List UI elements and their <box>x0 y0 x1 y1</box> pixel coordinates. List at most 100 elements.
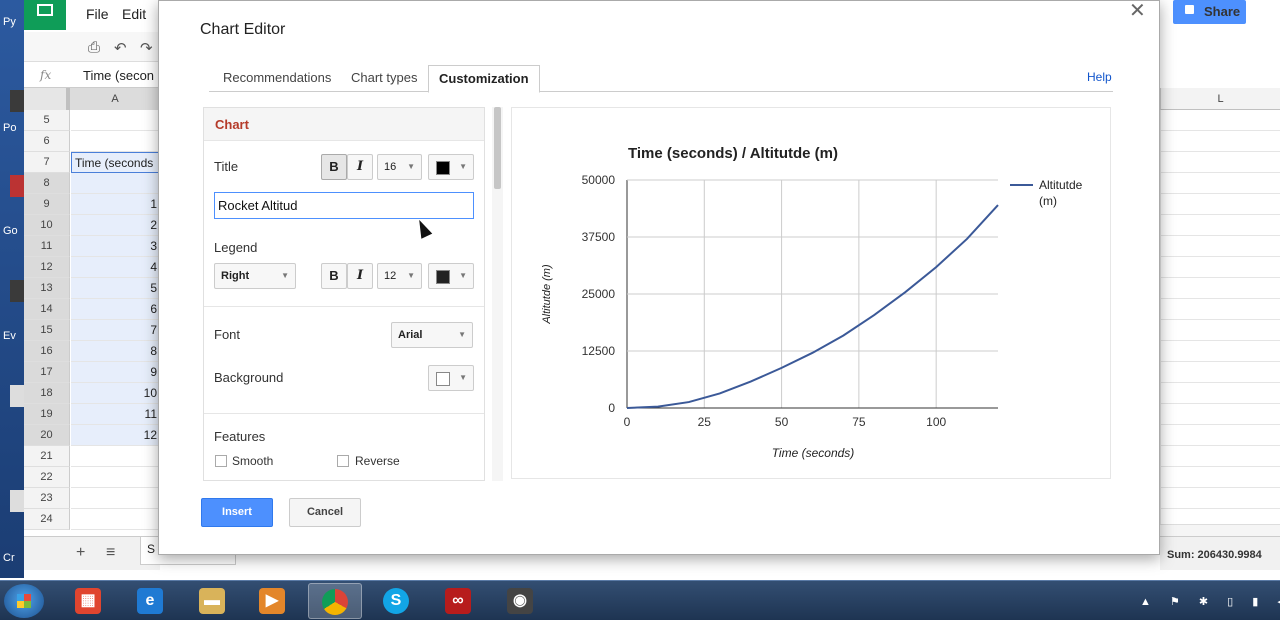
desktop-icon[interactable] <box>10 385 24 407</box>
tab-customization[interactable]: Customization <box>428 65 540 93</box>
taskbar-app[interactable]: ∞ <box>432 583 486 619</box>
redo-icon[interactable]: ↷ <box>140 39 153 57</box>
row-header[interactable]: 19 <box>24 404 70 425</box>
cell-a[interactable]: 8 <box>71 341 160 362</box>
section-header-chart[interactable]: Chart <box>204 108 484 141</box>
close-icon[interactable]: ✕ <box>1129 1 1146 21</box>
row-header[interactable]: 13 <box>24 278 70 299</box>
cell-a[interactable]: 3 <box>71 236 160 257</box>
cell-a[interactable]: Time (seconds <box>71 152 160 173</box>
title-italic-button[interactable]: I <box>347 154 373 180</box>
sum-value[interactable]: Sum: 206430.9984 <box>1167 549 1262 561</box>
y-axis-label: Altitutde (m) <box>541 264 553 325</box>
cancel-button[interactable]: Cancel <box>289 498 361 527</box>
row-header[interactable]: 12 <box>24 257 70 278</box>
row-header[interactable]: 16 <box>24 341 70 362</box>
taskbar-app[interactable]: S <box>370 583 424 619</box>
cell-a[interactable] <box>71 509 160 530</box>
formula-input[interactable]: Time (secon <box>83 68 154 83</box>
desktop-icon[interactable] <box>10 175 24 197</box>
font-family-select[interactable]: Arial ▼ <box>391 322 473 348</box>
row-header[interactable]: 17 <box>24 362 70 383</box>
title-bold-button[interactable]: B <box>321 154 347 180</box>
cell-a[interactable] <box>71 110 160 131</box>
start-button[interactable] <box>4 584 44 618</box>
row-header[interactable]: 9 <box>24 194 70 215</box>
taskbar-app[interactable]: ▦ <box>62 583 116 619</box>
row-header[interactable]: 8 <box>24 173 70 194</box>
tab-recommendations[interactable]: Recommendations <box>223 65 331 92</box>
taskbar-app[interactable] <box>308 583 362 619</box>
title-font-size-select[interactable]: 16 ▼ <box>377 154 422 180</box>
column-header-a[interactable]: A <box>70 88 160 110</box>
sheet-list-icon[interactable]: ≡ <box>106 544 115 562</box>
chevron-down-icon: ▼ <box>459 162 467 171</box>
cell-a[interactable]: 1 <box>71 194 160 215</box>
desktop-icon[interactable] <box>10 490 24 512</box>
reverse-checkbox[interactable] <box>337 455 349 467</box>
taskbar-app[interactable]: ▬ <box>186 583 240 619</box>
panel-scrollbar[interactable] <box>492 107 503 481</box>
cell-a[interactable] <box>71 446 160 467</box>
row-header[interactable]: 20 <box>24 425 70 446</box>
taskbar-app[interactable]: ▶ <box>246 583 300 619</box>
system-tray[interactable]: ▲ ⚑ ✱ ▯ ▮ ◂) <box>1140 595 1280 608</box>
row-headers: 5 6 7 8 9 10 11 12 13 14 15 16 17 18 19 20 21 22 23 24 <box>24 110 70 530</box>
cell-a[interactable] <box>71 467 160 488</box>
row-header[interactable]: 7 <box>24 152 70 173</box>
row-header[interactable]: 15 <box>24 320 70 341</box>
cell-a[interactable]: 11 <box>71 404 160 425</box>
add-sheet-icon[interactable]: + <box>76 544 85 562</box>
cell-a[interactable]: 6 <box>71 299 160 320</box>
smooth-checkbox[interactable] <box>215 455 227 467</box>
select-all-corner[interactable] <box>24 88 70 110</box>
row-header[interactable]: 10 <box>24 215 70 236</box>
cell-a[interactable]: 5 <box>71 278 160 299</box>
chart-title-input[interactable]: Rocket Altitud <box>214 192 474 219</box>
cell-a[interactable]: 9 <box>71 362 160 383</box>
desktop-icon[interactable] <box>10 90 24 112</box>
menubar: File Edit <box>66 0 160 28</box>
row-header[interactable]: 6 <box>24 131 70 152</box>
legend-italic-button[interactable]: I <box>347 263 373 289</box>
legend-color-select[interactable]: ▼ <box>428 263 474 289</box>
cell-a[interactable]: 2 <box>71 215 160 236</box>
cell-a[interactable] <box>71 173 160 194</box>
row-header[interactable]: 5 <box>24 110 70 131</box>
taskbar-app[interactable]: ◉ <box>494 583 548 619</box>
tab-chart-types[interactable]: Chart types <box>351 65 417 92</box>
row-header[interactable]: 22 <box>24 467 70 488</box>
print-icon[interactable]: ⎙ <box>88 39 100 56</box>
background-color-select[interactable]: ▼ <box>428 365 474 391</box>
share-button[interactable]: Share <box>1173 0 1246 24</box>
row-header[interactable]: 18 <box>24 383 70 404</box>
row-header[interactable]: 11 <box>24 236 70 257</box>
title-color-select[interactable]: ▼ <box>428 154 474 180</box>
menu-file[interactable]: File <box>86 6 109 22</box>
cell-a[interactable] <box>71 488 160 509</box>
insert-button[interactable]: Insert <box>201 498 273 527</box>
horizontal-scrollbar[interactable] <box>1160 524 1280 536</box>
cell-a[interactable]: 7 <box>71 320 160 341</box>
background-label: Background <box>214 370 284 385</box>
column-header-l[interactable]: L <box>1160 88 1280 110</box>
row-header[interactable]: 24 <box>24 509 70 530</box>
row-header[interactable]: 23 <box>24 488 70 509</box>
legend-position-select[interactable]: Right ▼ <box>214 263 296 289</box>
desktop-icon[interactable] <box>10 280 24 302</box>
row-header[interactable]: 14 <box>24 299 70 320</box>
menu-edit[interactable]: Edit <box>122 6 146 22</box>
y-tick-label: 12500 <box>582 344 616 358</box>
taskbar-app[interactable]: e <box>124 583 178 619</box>
undo-icon[interactable]: ↶ <box>114 39 127 57</box>
help-link[interactable]: Help <box>1087 70 1112 84</box>
cell-a[interactable]: 4 <box>71 257 160 278</box>
sheets-logo[interactable] <box>24 0 66 30</box>
row-header[interactable]: 21 <box>24 446 70 467</box>
cell-a[interactable]: 12 <box>71 425 160 446</box>
legend-bold-button[interactable]: B <box>321 263 347 289</box>
scrollbar-thumb[interactable] <box>494 107 501 189</box>
cell-a[interactable] <box>71 131 160 152</box>
cell-a[interactable]: 10 <box>71 383 160 404</box>
legend-font-size-select[interactable]: 12 ▼ <box>377 263 422 289</box>
